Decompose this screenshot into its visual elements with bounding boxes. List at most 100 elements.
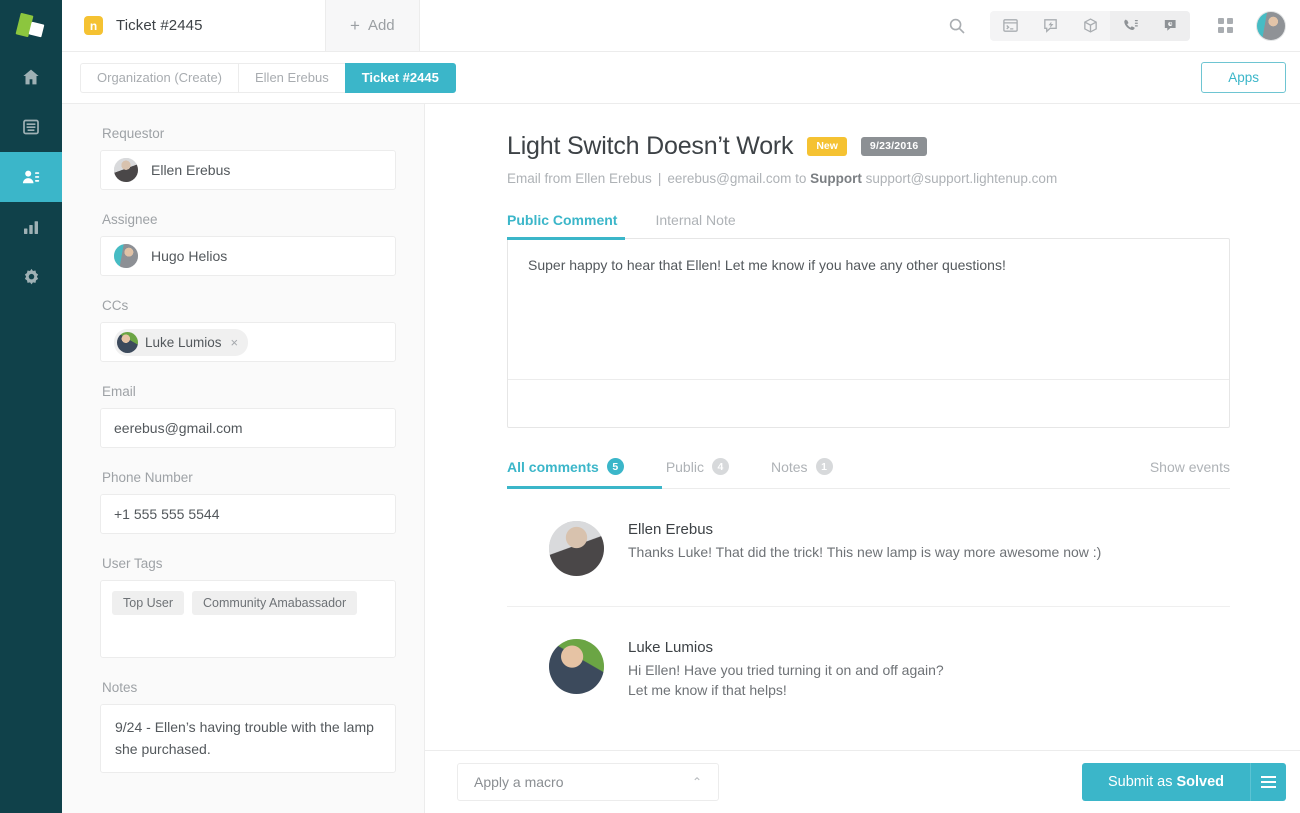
requestor-label: Requestor [102, 126, 396, 141]
phone-icon[interactable] [1110, 11, 1150, 41]
cc-chip-luke-lumios[interactable]: Luke Lumios × [114, 329, 248, 356]
terminal-icon[interactable] [990, 11, 1030, 41]
reply-composer: Super happy to hear that Ellen! Let me k… [507, 238, 1230, 428]
notes-textarea[interactable]: 9/24 - Ellen’s having trouble with the l… [100, 704, 396, 773]
tab-all-comments-label: All comments [507, 459, 599, 475]
submit-options-button[interactable] [1250, 763, 1286, 801]
breadcrumb-item-organization[interactable]: Organization (Create) [80, 63, 238, 93]
apply-macro-dropdown[interactable]: Apply a macro ⌃ [457, 763, 719, 801]
lightenup-logo[interactable] [0, 0, 62, 52]
ccs-label: CCs [102, 298, 396, 313]
tag-community-ambassador[interactable]: Community Amabassador [192, 591, 357, 615]
sidebar-item-reports[interactable] [0, 202, 62, 252]
submit-group: Submit as Solved [1082, 763, 1286, 801]
tab-public-comment[interactable]: Public Comment [507, 212, 617, 238]
tab-ticket-2445[interactable]: n Ticket #2445 [62, 0, 325, 51]
avatar [114, 244, 138, 268]
apps-button[interactable]: Apps [1201, 62, 1286, 93]
tab-public-count: 4 [712, 458, 729, 475]
phone-value: +1 555 555 5544 [114, 506, 220, 522]
ticket-header: Light Switch Doesn’t Work New 9/23/2016 [507, 132, 1230, 161]
tab-public[interactable]: Public 4 [666, 458, 729, 488]
comment-body: Luke Lumios Hi Ellen! Have you tried tur… [628, 639, 944, 701]
field-requestor: Requestor Ellen Erebus [100, 126, 396, 190]
ticket-sub-from: eerebus@gmail.com to [667, 171, 806, 186]
sidebar-item-inbox[interactable] [0, 102, 62, 152]
contacts-icon [21, 167, 41, 187]
tab-notes[interactable]: Notes 1 [771, 458, 833, 488]
comment-body: Ellen Erebus Thanks Luke! That did the t… [628, 521, 1101, 576]
apps-grid-icon[interactable] [1208, 9, 1242, 43]
tag-top-user[interactable]: Top User [112, 591, 184, 615]
thread-filter-tabs: All comments 5 Public 4 Notes 1 Show eve… [507, 458, 1230, 489]
add-tab-button[interactable]: + Add [325, 0, 420, 51]
chat-bubble-icon[interactable] [1150, 11, 1190, 41]
tab-public-label: Public [666, 459, 704, 475]
ticket-action-bar: Apply a macro ⌃ Submit as Solved [425, 750, 1300, 813]
status-badge: New [807, 137, 847, 156]
submit-state: Solved [1176, 774, 1224, 790]
tab-internal-note[interactable]: Internal Note [655, 212, 735, 238]
avatar [549, 521, 604, 576]
ccs-input[interactable]: Luke Lumios × [100, 322, 396, 362]
gear-icon [21, 267, 42, 288]
user-tags-input[interactable]: Top User Community Amabassador [100, 580, 396, 658]
main-region: n Ticket #2445 + Add [62, 0, 1300, 813]
close-icon[interactable]: × [231, 335, 239, 350]
avatar [549, 639, 604, 694]
requestor-input[interactable]: Ellen Erebus [100, 150, 396, 190]
topbar-spacer [420, 0, 940, 51]
field-notes: Notes 9/24 - Ellen’s having trouble with… [100, 680, 396, 773]
show-events-link[interactable]: Show events [1150, 459, 1230, 488]
box-icon[interactable] [1070, 11, 1110, 41]
reply-textarea[interactable]: Super happy to hear that Ellen! Let me k… [508, 239, 1229, 379]
plus-icon: + [350, 17, 360, 34]
apply-macro-label: Apply a macro [474, 774, 563, 790]
assignee-input[interactable]: Hugo Helios [100, 236, 396, 276]
comment-line: Hi Ellen! Have you tried turning it on a… [628, 660, 944, 680]
app-window: n Ticket #2445 + Add [0, 0, 1300, 813]
ticket-sub-prefix: Email from Ellen Erebus [507, 171, 652, 186]
page-title: Light Switch Doesn’t Work [507, 132, 793, 161]
search-icon[interactable] [940, 9, 974, 43]
inbox-icon [21, 117, 41, 137]
hamburger-icon [1261, 776, 1276, 788]
assignee-label: Assignee [102, 212, 396, 227]
email-field[interactable]: eerebus@gmail.com [100, 408, 396, 448]
avatar [114, 158, 138, 182]
field-phone: Phone Number +1 555 555 5544 [100, 470, 396, 534]
date-badge: 9/23/2016 [861, 137, 928, 156]
email-label: Email [102, 384, 396, 399]
tool-icon-group [990, 11, 1190, 41]
comment-item: Ellen Erebus Thanks Luke! That did the t… [507, 489, 1230, 606]
ticket-sub-to-name: Support [810, 171, 862, 186]
sidebar-item-contacts[interactable] [0, 152, 62, 202]
submit-as-solved-button[interactable]: Submit as Solved [1082, 763, 1250, 801]
breadcrumb-item-ticket-2445[interactable]: Ticket #2445 [345, 63, 456, 93]
composer-toolbar [508, 379, 1229, 427]
bar-chart-icon [21, 217, 41, 237]
breadcrumb-item-ellen-erebus[interactable]: Ellen Erebus [238, 63, 345, 93]
sidebar-item-home[interactable] [0, 52, 62, 102]
email-value: eerebus@gmail.com [114, 420, 243, 436]
user-avatar[interactable] [1256, 11, 1286, 41]
comment-author: Luke Lumios [628, 639, 944, 656]
composer-tabs: Public Comment Internal Note [507, 212, 1230, 238]
ticket-sub-separator: | [652, 171, 668, 186]
add-tab-label: Add [368, 17, 395, 34]
sidebar-item-settings[interactable] [0, 252, 62, 302]
tab-notes-label: Notes [771, 459, 808, 475]
phone-field[interactable]: +1 555 555 5544 [100, 494, 396, 534]
notes-label: Notes [102, 680, 396, 695]
lightning-chat-icon[interactable] [1030, 11, 1070, 41]
top-bar: n Ticket #2445 + Add [62, 0, 1300, 52]
ticket-scroll-area: Light Switch Doesn’t Work New 9/23/2016 … [425, 104, 1300, 750]
comment-item: Luke Lumios Hi Ellen! Have you tried tur… [507, 606, 1230, 731]
left-nav-rail [0, 0, 62, 813]
ticket-subheader: Email from Ellen Erebus|eerebus@gmail.co… [507, 171, 1230, 186]
avatar [117, 332, 138, 353]
tab-notes-count: 1 [816, 458, 833, 475]
tab-all-comments[interactable]: All comments 5 [507, 458, 624, 488]
requestor-value: Ellen Erebus [151, 162, 230, 178]
assignee-value: Hugo Helios [151, 248, 227, 264]
